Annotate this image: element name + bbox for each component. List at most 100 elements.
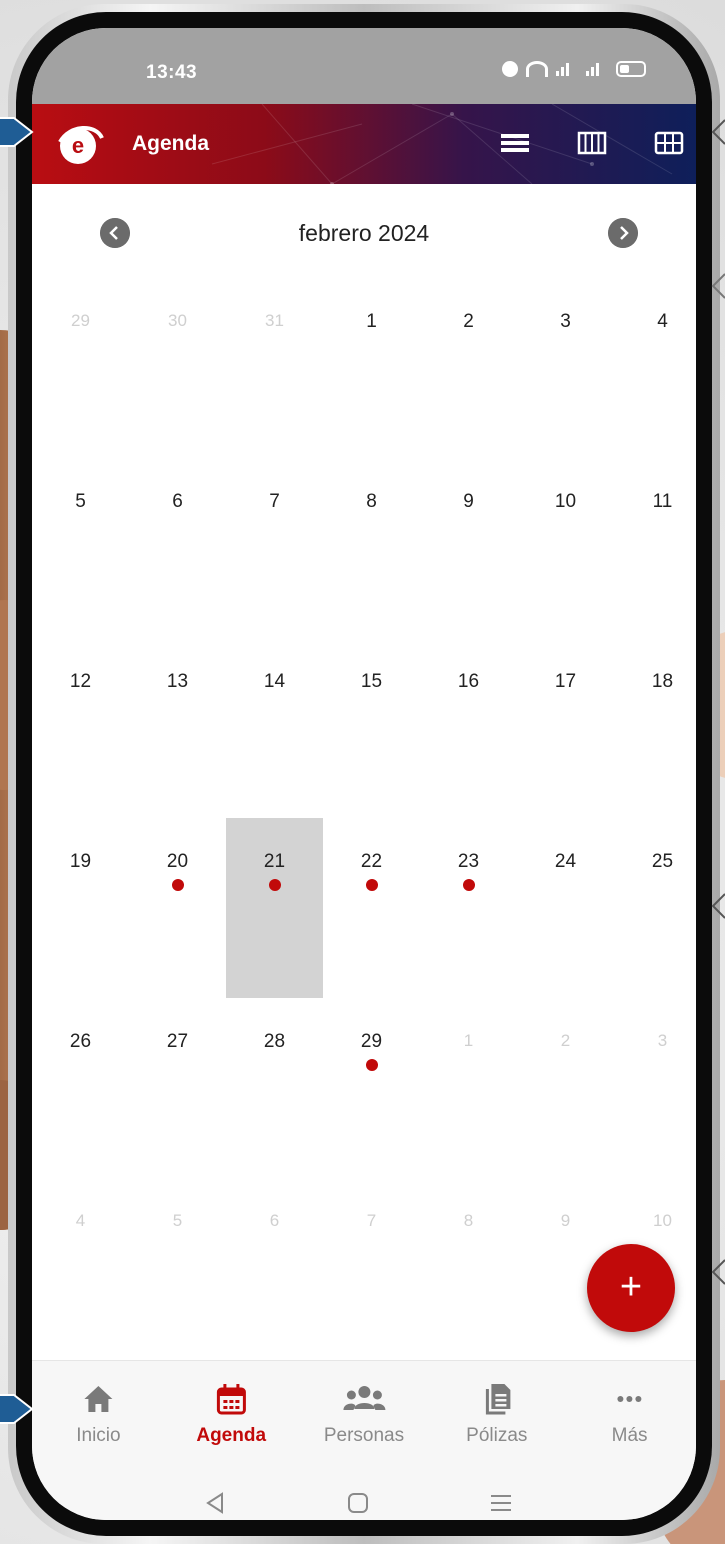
callout-pointer-icon (711, 1259, 725, 1285)
day-number: 6 (269, 1211, 280, 1230)
day-number: 29 (360, 1031, 383, 1052)
calendar-day[interactable]: 12 (32, 638, 129, 818)
document-icon (486, 1384, 511, 1415)
callout-pointer-icon (711, 273, 725, 299)
calendar-week-row: 19 20 21 22 23 24 25 (32, 818, 696, 998)
tab-personas[interactable]: Personas (298, 1361, 431, 1470)
day-number: 6 (172, 491, 183, 512)
calendar-day[interactable]: 7 (226, 458, 323, 638)
people-icon (342, 1386, 385, 1410)
add-event-button[interactable]: + (587, 1244, 675, 1332)
calendar-day[interactable]: 9 (420, 458, 517, 638)
calendar-day[interactable]: 26 (32, 998, 129, 1178)
calendar-day[interactable]: 8 (420, 1178, 517, 1358)
alarm-icon (502, 61, 518, 77)
event-indicator-dot (462, 879, 475, 891)
day-number: 14 (263, 671, 286, 692)
day-number: 7 (269, 491, 280, 512)
day-number: 5 (172, 1211, 183, 1230)
tab-inicio[interactable]: Inicio (32, 1361, 165, 1470)
calendar-day[interactable]: 7 (323, 1178, 420, 1358)
calendar-day[interactable]: 15 (323, 638, 420, 818)
callout-arrow-icon (0, 1394, 34, 1424)
calendar-day[interactable]: 5 (129, 1178, 226, 1358)
app-logo-icon: e (58, 126, 104, 164)
day-number: 20 (166, 851, 189, 872)
calendar-day[interactable]: 5 (32, 458, 129, 638)
month-header: febrero 2024 (32, 198, 696, 268)
calendar-day[interactable]: 10 (517, 458, 614, 638)
day-number: 8 (463, 1211, 474, 1230)
calendar-day[interactable]: 13 (129, 638, 226, 818)
calendar-day[interactable]: 17 (517, 638, 614, 818)
tab-agenda[interactable]: Agenda (165, 1361, 298, 1470)
signal-icon (556, 62, 578, 76)
calendar-day[interactable]: 20 (129, 818, 226, 998)
calendar-day[interactable]: 8 (323, 458, 420, 638)
day-number: 31 (265, 311, 284, 330)
day-number: 22 (360, 851, 383, 872)
tab-polizas[interactable]: Pólizas (430, 1361, 563, 1470)
phone-frame: 13:43 e Agenda febrero 2024 29 30 31 1 2… (8, 4, 720, 1544)
calendar-day[interactable]: 27 (129, 998, 226, 1178)
tab-mas[interactable]: Más (563, 1361, 696, 1470)
calendar-day[interactable]: 22 (323, 818, 420, 998)
calendar-icon (216, 1384, 246, 1415)
day-number: 9 (463, 491, 474, 512)
calendar-day[interactable]: 1 (323, 278, 420, 458)
next-month-icon[interactable] (608, 218, 638, 248)
calendar-day[interactable]: 6 (226, 1178, 323, 1358)
calendar-day[interactable]: 3 (614, 998, 696, 1178)
calendar-grid: 29 30 31 1 2 3 4 5 6 7 8 9 10 11 12 13 14 15 16 17 18 19 20 21 2… (32, 278, 696, 1358)
calendar-day[interactable]: 28 (226, 998, 323, 1178)
day-number: 10 (653, 1211, 672, 1230)
calendar-day[interactable]: 14 (226, 638, 323, 818)
calendar-day[interactable]: 4 (32, 1178, 129, 1358)
calendar-day[interactable]: 30 (129, 278, 226, 458)
day-number: 3 (657, 1031, 668, 1050)
tab-label: Inicio (76, 1425, 121, 1446)
home-icon (84, 1386, 113, 1412)
day-number: 16 (457, 671, 480, 692)
calendar-day[interactable]: 19 (32, 818, 129, 998)
day-number: 28 (263, 1031, 286, 1052)
calendar-day[interactable]: 23 (420, 818, 517, 998)
calendar-day[interactable]: 16 (420, 638, 517, 818)
list-view-icon[interactable] (500, 130, 530, 156)
day-number: 18 (651, 671, 674, 692)
app-bar: e Agenda (32, 104, 696, 184)
calendar-day[interactable]: 31 (226, 278, 323, 458)
day-number: 11 (652, 491, 673, 512)
calendar-day[interactable]: 6 (129, 458, 226, 638)
photo-background: 13:43 e Agenda febrero 2024 29 30 31 1 2… (0, 0, 725, 1544)
day-number: 19 (69, 851, 92, 872)
battery-icon (616, 61, 646, 77)
calendar-day[interactable]: 2 (517, 998, 614, 1178)
calendar-day[interactable]: 29 (32, 278, 129, 458)
calendar-day[interactable]: 24 (517, 818, 614, 998)
day-number: 27 (166, 1031, 189, 1052)
recents-icon[interactable] (486, 1488, 516, 1518)
day-number: 30 (168, 311, 187, 330)
calendar-day[interactable]: 2 (420, 278, 517, 458)
calendar-day[interactable]: 25 (614, 818, 696, 998)
day-number: 26 (69, 1031, 92, 1052)
day-number: 13 (166, 671, 189, 692)
calendar-day[interactable]: 11 (614, 458, 696, 638)
callout-arrow-icon (0, 117, 34, 147)
back-icon[interactable] (200, 1488, 230, 1518)
week-view-icon[interactable] (577, 130, 607, 156)
more-icon (617, 1396, 642, 1402)
wifi-icon (526, 61, 548, 77)
calendar-day[interactable]: 18 (614, 638, 696, 818)
calendar-day[interactable]: 3 (517, 278, 614, 458)
home-button-icon[interactable] (343, 1488, 373, 1518)
system-nav-bar (32, 1470, 696, 1520)
calendar-day[interactable]: 29 (323, 998, 420, 1178)
month-view-icon[interactable] (654, 130, 684, 156)
calendar-day[interactable]: 1 (420, 998, 517, 1178)
status-icons (502, 61, 646, 77)
status-time: 13:43 (146, 62, 198, 83)
calendar-day[interactable]: 4 (614, 278, 696, 458)
calendar-day-selected[interactable]: 21 (226, 818, 323, 998)
